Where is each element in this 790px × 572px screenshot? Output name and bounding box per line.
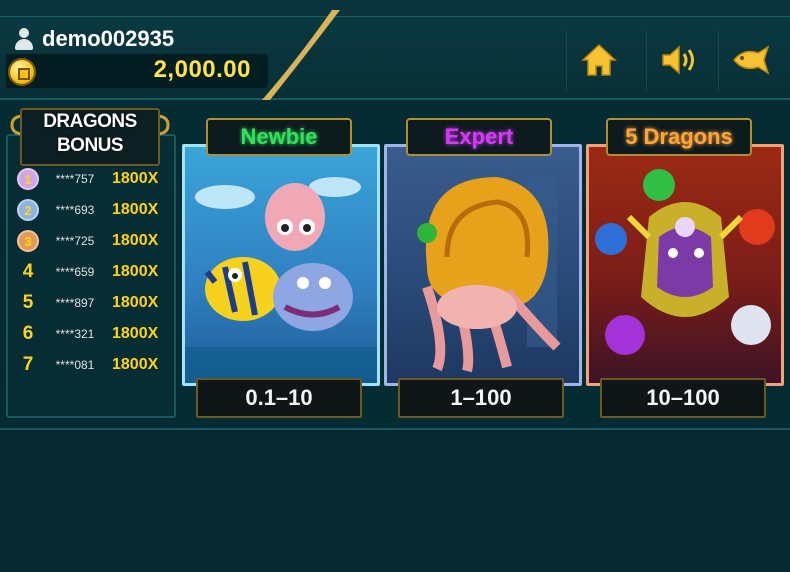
expert-nautilus-illustration bbox=[417, 177, 561, 373]
home-button[interactable] bbox=[566, 30, 631, 90]
rank-number: 7 bbox=[22, 354, 34, 375]
top-strip bbox=[0, 0, 790, 17]
username: demo002935 bbox=[42, 26, 175, 51]
bonus-multiplier: 1800X bbox=[112, 356, 159, 373]
bonus-rank: 2 bbox=[10, 197, 46, 223]
five-dragons-room-card[interactable] bbox=[586, 144, 784, 386]
bonus-rank: 4 bbox=[10, 259, 46, 285]
bonus-player: ****725 bbox=[55, 234, 95, 248]
bonus-player: ****897 bbox=[55, 296, 95, 310]
coin-icon bbox=[8, 58, 36, 86]
bonus-player: ****321 bbox=[55, 327, 95, 341]
room-label[interactable]: Newbie bbox=[206, 118, 352, 156]
room-bet-range[interactable]: 1–100 bbox=[398, 378, 564, 418]
bonus-title-line1: DRAGONS bbox=[43, 111, 137, 132]
sound-button[interactable] bbox=[646, 30, 711, 90]
bonus-player: ****659 bbox=[55, 265, 95, 279]
bonus-player: ****081 bbox=[55, 358, 95, 372]
bonus-row: 6 ****321 1800X bbox=[10, 320, 170, 348]
bonus-row: 1 ****757 1800X bbox=[10, 165, 170, 193]
newbie-room-card[interactable] bbox=[182, 144, 380, 386]
bonus-rank: 6 bbox=[10, 321, 46, 347]
newbie-fish-illustration bbox=[185, 177, 377, 383]
bonus-multiplier: 1800X bbox=[112, 325, 159, 342]
expert-room-card[interactable] bbox=[384, 144, 582, 386]
bonus-row: 7 ****081 1800X bbox=[10, 351, 170, 379]
bonus-row: 2 ****693 1800X bbox=[10, 196, 170, 224]
rank-number: 4 bbox=[22, 261, 34, 282]
bonus-rank: 7 bbox=[10, 352, 46, 378]
bonus-title-line2: BONUS bbox=[56, 135, 124, 156]
bottom-area bbox=[0, 430, 790, 572]
bonus-multiplier: 1800X bbox=[112, 201, 159, 218]
user-info: demo002935 bbox=[14, 26, 174, 52]
user-icon bbox=[14, 28, 34, 50]
rank-medal-icon: 2 bbox=[17, 199, 39, 221]
five-dragons-illustration bbox=[595, 169, 775, 355]
room-bet-range[interactable]: 10–100 bbox=[600, 378, 766, 418]
bonus-multiplier: 1800X bbox=[112, 170, 159, 187]
bonus-multiplier: 1800X bbox=[112, 232, 159, 249]
rank-medal-icon: 1 bbox=[17, 168, 39, 190]
bonus-player: ****757 bbox=[55, 172, 95, 186]
balance-value: 2,000.00 bbox=[153, 56, 251, 83]
bonus-multiplier: 1800X bbox=[112, 294, 159, 311]
bonus-rank: 1 bbox=[10, 166, 46, 192]
gold-divider-decoration bbox=[262, 10, 340, 100]
bonus-rank: 3 bbox=[10, 228, 46, 254]
speaker-icon bbox=[662, 45, 694, 75]
bonus-row: 3 ****725 1800X bbox=[10, 227, 170, 255]
room-label[interactable]: Expert bbox=[406, 118, 552, 156]
dragons-bonus-title: DRAGONS BONUS bbox=[20, 108, 160, 166]
room-bet-range[interactable]: 0.1–10 bbox=[196, 378, 362, 418]
home-icon bbox=[581, 43, 617, 76]
rank-number: 5 bbox=[22, 292, 34, 313]
bonus-multiplier: 1800X bbox=[112, 263, 159, 280]
bonus-row: 5 ****897 1800X bbox=[10, 289, 170, 317]
rank-number: 6 bbox=[22, 323, 34, 344]
rank-medal-icon: 3 bbox=[17, 230, 39, 252]
fish-button[interactable] bbox=[718, 30, 783, 90]
bonus-rank: 5 bbox=[10, 290, 46, 316]
bonus-player: ****693 bbox=[55, 203, 95, 217]
fish-icon bbox=[733, 45, 770, 75]
bonus-row: 4 ****659 1800X bbox=[10, 258, 170, 286]
room-label[interactable]: 5 Dragons bbox=[606, 118, 752, 156]
